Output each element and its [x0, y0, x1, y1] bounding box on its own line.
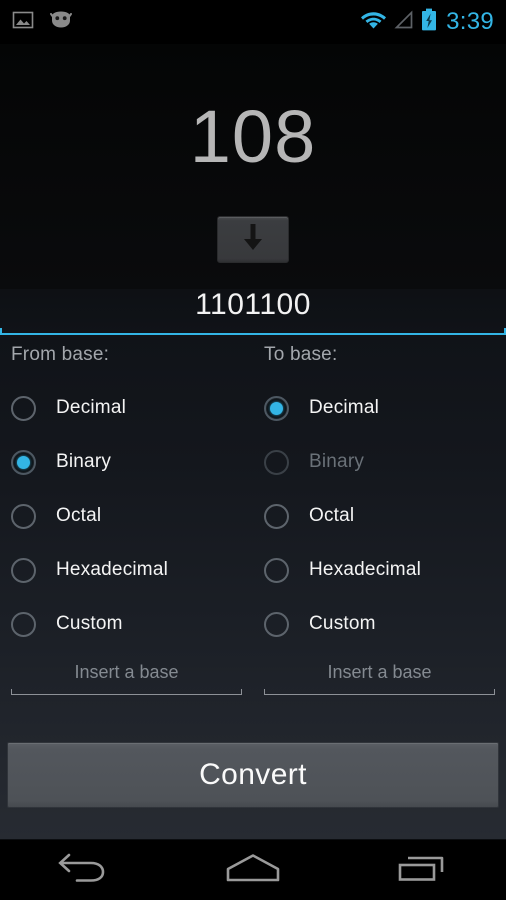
back-arrow-icon — [57, 851, 111, 890]
to-base-option-custom[interactable]: Custom — [264, 597, 495, 651]
from-base-option-hexadecimal[interactable]: Hexadecimal — [11, 543, 242, 597]
to-base-option-decimal[interactable]: Decimal — [264, 381, 495, 435]
from-base-custom-underline — [11, 689, 242, 695]
from-base-option-decimal[interactable]: Decimal — [11, 381, 242, 435]
to-base-option-binary: Binary — [264, 435, 495, 489]
radio-icon[interactable] — [264, 557, 289, 583]
from-base-option-label: Decimal — [56, 397, 127, 418]
home-icon — [224, 852, 282, 889]
battery-charging-icon — [421, 8, 437, 36]
result-field[interactable]: 1101100 — [0, 287, 506, 335]
radio-icon[interactable] — [11, 611, 36, 637]
from-base-option-label: Custom — [56, 613, 123, 634]
from-base-option-octal[interactable]: Octal — [11, 489, 242, 543]
radio-icon-selected[interactable] — [264, 395, 289, 421]
android-navigation-bar — [0, 839, 506, 900]
from-base-column: From base: Decimal Binary Octal Hexadeci… — [0, 344, 253, 695]
radio-icon[interactable] — [11, 557, 36, 583]
to-base-option-label: Hexadecimal — [309, 559, 422, 580]
to-base-option-label: Octal — [309, 505, 355, 526]
input-display-panel: 108 — [0, 44, 506, 289]
to-base-option-hexadecimal[interactable]: Hexadecimal — [264, 543, 495, 597]
status-bar: 3:39 — [0, 0, 506, 44]
to-base-custom-placeholder: Insert a base — [327, 662, 432, 682]
radio-icon[interactable] — [264, 611, 289, 637]
result-value: 1101100 — [195, 288, 311, 321]
home-button[interactable] — [198, 840, 308, 900]
screenshot-image-icon — [12, 9, 34, 36]
recents-icon — [396, 852, 448, 889]
android-mascot-icon — [48, 10, 74, 35]
source-number-display[interactable]: 108 — [0, 100, 506, 174]
radio-icon[interactable] — [11, 395, 36, 421]
from-base-option-label: Octal — [56, 505, 102, 526]
to-base-option-label: Decimal — [309, 397, 380, 418]
from-base-option-label: Hexadecimal — [56, 559, 169, 580]
base-selection-area: From base: Decimal Binary Octal Hexadeci… — [0, 344, 506, 695]
radio-icon-selected[interactable] — [11, 449, 36, 475]
to-base-option-label: Binary — [309, 451, 365, 472]
from-base-custom-input[interactable]: Insert a base — [11, 657, 242, 695]
status-bar-clock: 3:39 — [446, 8, 494, 35]
radio-icon[interactable] — [264, 503, 289, 529]
result-field-underline — [0, 328, 506, 335]
from-base-custom-placeholder: Insert a base — [74, 662, 179, 682]
to-base-option-label: Custom — [309, 613, 376, 634]
converter-main: 108 1101100 From base: Decimal Binary Oc… — [0, 44, 506, 839]
wifi-icon — [361, 10, 387, 35]
to-base-title: To base: — [264, 344, 338, 365]
to-base-custom-underline — [264, 689, 495, 695]
to-base-option-octal[interactable]: Octal — [264, 489, 495, 543]
convert-button[interactable]: Convert — [7, 742, 499, 808]
down-arrow-icon — [241, 222, 265, 257]
swap-bases-button[interactable] — [217, 216, 289, 263]
from-base-option-binary[interactable]: Binary — [11, 435, 242, 489]
status-bar-notification-icons — [12, 9, 74, 36]
radio-icon[interactable] — [11, 503, 36, 529]
recents-button[interactable] — [367, 840, 477, 900]
from-base-option-custom[interactable]: Custom — [11, 597, 242, 651]
radio-icon-disabled — [264, 449, 289, 475]
back-button[interactable] — [29, 840, 139, 900]
cell-signal-icon — [393, 9, 414, 35]
app-screen: 3:39 108 1101100 From base: Decimal Bina… — [0, 0, 506, 900]
from-base-option-label: Binary — [56, 451, 112, 472]
from-base-title: From base: — [11, 344, 110, 365]
to-base-column: To base: Decimal Binary Octal Hexadecima… — [253, 344, 506, 695]
to-base-custom-input[interactable]: Insert a base — [264, 657, 495, 695]
status-bar-system-icons: 3:39 — [361, 8, 494, 36]
